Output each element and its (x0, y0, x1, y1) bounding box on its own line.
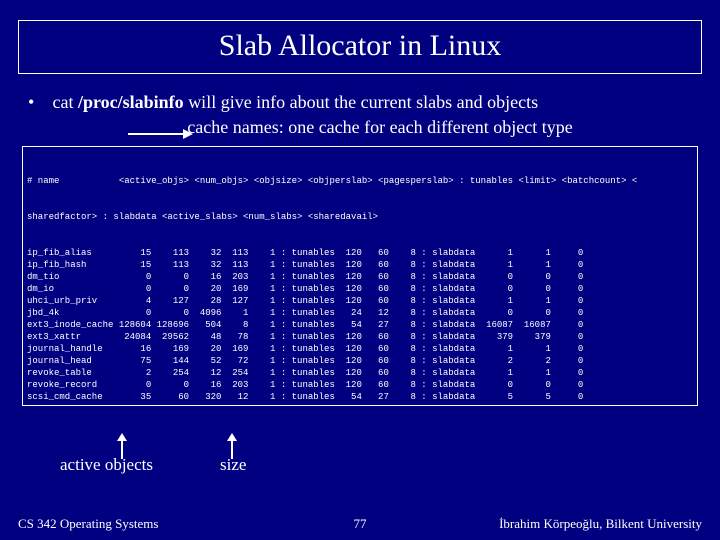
annotation-active-objects: active objects (60, 455, 153, 475)
arrow-right-icon (128, 127, 193, 129)
page-number: 77 (354, 516, 367, 532)
footer: CS 342 Operating Systems 77 İbrahim Körp… (18, 516, 702, 532)
bullet-text-post: will give info about the current slabs a… (184, 92, 538, 112)
subline: cache names: one cache for each differen… (58, 117, 702, 138)
bullet-text-pre: cat (53, 92, 78, 112)
bullet-marker: • (28, 92, 48, 113)
subline-text: cache names: one cache for each differen… (187, 117, 572, 137)
header-line-2: sharedfactor> : slabdata <active_slabs> … (27, 211, 693, 223)
title-box: Slab Allocator in Linux (18, 20, 702, 74)
bullet-command: /proc/slabinfo (78, 92, 184, 112)
slabinfo-output: # name <active_objs> <num_objs> <objsize… (22, 146, 698, 406)
annotation-size: size (220, 455, 246, 475)
footer-right: İbrahim Körpeoğlu, Bilkent University (499, 516, 702, 532)
slide-title: Slab Allocator in Linux (29, 29, 691, 63)
header-line-1: # name <active_objs> <num_objs> <objsize… (27, 175, 693, 187)
footer-left: CS 342 Operating Systems (18, 516, 158, 532)
bullet-line: • cat /proc/slabinfo will give info abou… (28, 92, 692, 113)
data-rows: ip_fib_alias 15 113 32 113 1 : tunables … (27, 247, 693, 406)
